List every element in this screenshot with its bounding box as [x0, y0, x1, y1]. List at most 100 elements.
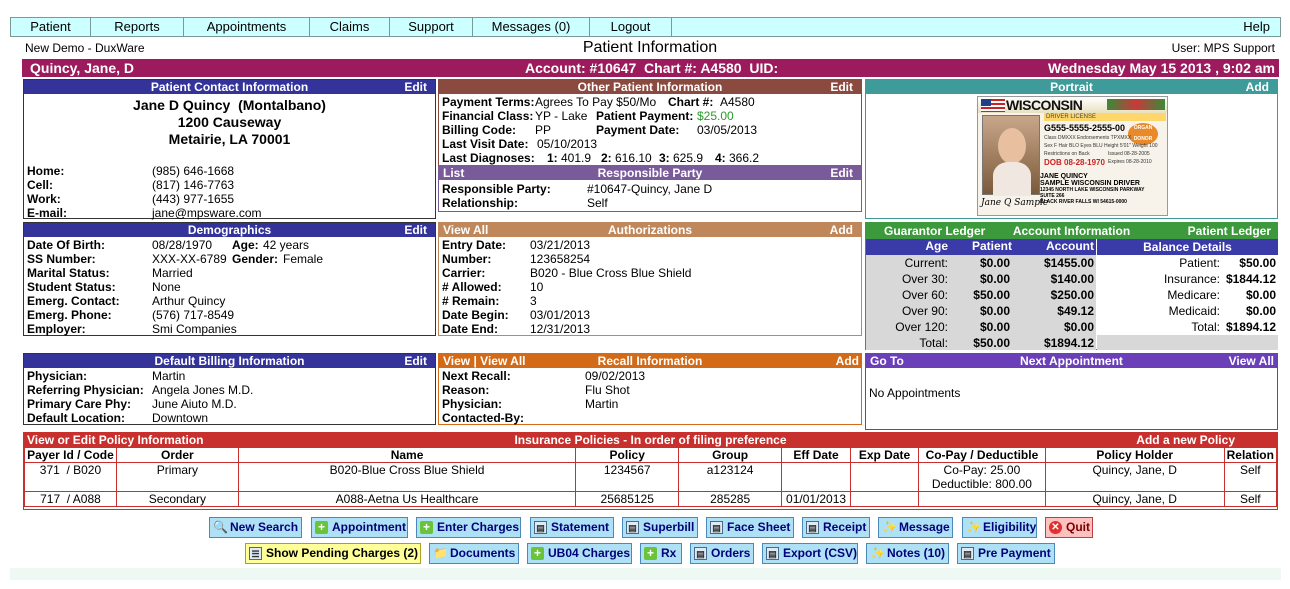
policy-copay: Co-Pay: 25.00 Deductible: 800.00: [917, 462, 1046, 492]
aging-label: Total:: [919, 336, 948, 350]
receipt-button[interactable]: ▤ Receipt: [802, 517, 870, 538]
billing-code-label: Billing Code:: [442, 123, 516, 137]
ledger-panel: Guarantor Ledger Account Information Pat…: [865, 222, 1278, 350]
portrait-add-link[interactable]: Add: [1246, 80, 1269, 94]
orders-button[interactable]: ▤ Orders: [690, 543, 754, 564]
superbill-button[interactable]: ▤ Superbill: [622, 517, 698, 538]
plus-icon: +: [420, 521, 433, 534]
recall-view-links[interactable]: View | View All: [443, 354, 526, 368]
document-icon: ▤: [766, 547, 779, 560]
pre-payment-button[interactable]: ▤ Pre Payment: [957, 543, 1055, 564]
license-state: WISCONSIN: [1006, 97, 1083, 113]
license-name: JANE QUINCY: [1040, 173, 1088, 180]
menu-patient[interactable]: Patient: [11, 18, 91, 36]
license-number: G555-5555-2555-00: [1044, 123, 1126, 133]
responsible-list-link[interactable]: List: [443, 166, 464, 180]
show-pending-charges-button[interactable]: ☰ Show Pending Charges (2): [245, 543, 421, 564]
menu-logout[interactable]: Logout: [590, 18, 672, 36]
balance-row: Patient: $50.00: [1097, 255, 1278, 271]
aging-label: Over 30:: [901, 272, 948, 286]
export-csv-button[interactable]: ▤ Export (CSV): [762, 543, 858, 564]
policy-row[interactable]: 371 / B020 Primary B020-Blue Cross Blue …: [24, 462, 1278, 492]
patient-payment-value: $25.00: [697, 109, 734, 123]
portrait-panel: Portrait Add WISCONSIN DRIVER LICENSE G5…: [865, 79, 1278, 219]
balance-row: Medicaid: $0.00: [1097, 303, 1278, 319]
rx-label: Rx: [661, 546, 677, 560]
add-policy-link[interactable]: Add a new Policy: [1136, 433, 1235, 447]
ledger-header: Guarantor Ledger Account Information Pat…: [866, 223, 1277, 239]
menu-appointments[interactable]: Appointments: [184, 18, 310, 36]
billing-code-value: PP: [535, 123, 552, 137]
export-csv-label: Export (CSV): [783, 546, 858, 560]
notes-button[interactable]: ✨ Notes (10): [866, 543, 949, 564]
policy-payer[interactable]: 371 / B020: [24, 462, 117, 492]
quit-button[interactable]: ✕ Quit: [1045, 517, 1093, 538]
balance-label: Insurance:: [1163, 272, 1220, 286]
policy-number: 1234567: [575, 462, 680, 492]
responsible-edit-link[interactable]: Edit: [830, 166, 853, 180]
drivers-license-image[interactable]: WISCONSIN DRIVER LICENSE G555-5555-2555-…: [977, 96, 1168, 216]
rx-button[interactable]: + Rx: [640, 543, 682, 564]
appointment-button[interactable]: + Appointment: [311, 517, 408, 538]
patient-photo: [982, 115, 1040, 196]
entry-date-label: Entry Date:: [442, 238, 507, 252]
carrier-value: B020 - Blue Cross Blue Shield: [530, 266, 692, 280]
star-icon: ✨: [870, 546, 885, 560]
appointment-goto-link[interactable]: Go To: [870, 354, 904, 368]
patient-ledger-link[interactable]: Patient Ledger: [1188, 223, 1271, 239]
payer-column-header: Payer Id / Code: [24, 447, 117, 463]
policy-row[interactable]: 717 / A088 Secondary A088-Aetna Us Healt…: [24, 491, 1278, 507]
license-details: Sex F Hair BLO Eyes BLU Height 5'01" Wei…: [1044, 143, 1158, 149]
eligibility-button[interactable]: ✨ Eligibility: [962, 517, 1037, 538]
aging-patient: $0.00: [979, 256, 1010, 270]
statement-button[interactable]: ▤ Statement: [530, 517, 614, 538]
dob-value: 08/28/1970: [152, 238, 213, 252]
date-begin-label: Date Begin:: [442, 308, 509, 322]
age-label: Age:: [232, 238, 259, 252]
billing-edit-link[interactable]: Edit: [404, 354, 427, 368]
authorizations-view-all-link[interactable]: View All: [443, 223, 488, 237]
menu-claims[interactable]: Claims: [310, 18, 390, 36]
recall-add-link[interactable]: Add: [836, 354, 859, 368]
ub04-charges-button[interactable]: + UB04 Charges: [527, 543, 632, 564]
menu-help[interactable]: Help: [1243, 18, 1270, 36]
aging-table: Current: $0.00 $1455.00 Over 30: $0.00 $140.…: [866, 255, 1096, 350]
menu-reports[interactable]: Reports: [91, 18, 184, 36]
face-sheet-button[interactable]: ▤ Face Sheet: [706, 517, 794, 538]
new-search-button[interactable]: 🔍 New Search: [209, 517, 302, 538]
policy-payer[interactable]: 717 / A088: [24, 491, 117, 507]
menu-messages[interactable]: Messages (0): [473, 18, 590, 36]
student-status-value: None: [152, 280, 181, 294]
policy-group: 285285: [678, 491, 783, 507]
organ-donor-badge: ORGAN DONOR: [1128, 123, 1158, 145]
balance-details-table: Patient: $50.00 Insurance: $1844.12 Medica…: [1097, 255, 1278, 350]
view-edit-policy-link[interactable]: View or Edit Policy Information: [27, 433, 203, 447]
aging-account: $250.00: [1050, 288, 1094, 302]
aging-account: $1455.00: [1043, 256, 1094, 270]
authorizations-add-link[interactable]: Add: [830, 223, 853, 237]
new-search-label: New Search: [230, 520, 299, 534]
contact-edit-link[interactable]: Edit: [404, 80, 427, 94]
policy-name[interactable]: B020-Blue Cross Blue Shield: [237, 462, 577, 492]
physician-value: Martin: [152, 369, 186, 383]
menu-support[interactable]: Support: [390, 18, 473, 36]
appointment-view-all-link[interactable]: View All: [1229, 354, 1274, 368]
documents-button[interactable]: 📁 Documents: [429, 543, 519, 564]
page-footer-strip: [10, 568, 1281, 580]
demographics-panel: Demographics Edit Date Of Birth: 08/28/1…: [23, 222, 436, 336]
aging-patient: $50.00: [973, 336, 1010, 350]
guarantor-ledger-link[interactable]: Guarantor Ledger: [884, 223, 985, 239]
other-info-edit-link[interactable]: Edit: [830, 80, 853, 94]
balance-label: Medicare:: [1167, 288, 1220, 302]
payment-date-value: 03/05/2013: [697, 123, 758, 137]
copay-column-header: Co-Pay / Deductible: [917, 447, 1046, 463]
demographics-edit-link[interactable]: Edit: [404, 223, 427, 237]
policy-exp-date: [850, 462, 919, 492]
policy-exp-date: [850, 491, 919, 507]
pre-payment-label: Pre Payment: [978, 546, 1051, 560]
message-button[interactable]: ✨ Message: [878, 517, 953, 538]
work-phone: (443) 977-1655: [152, 192, 235, 206]
policy-name[interactable]: A088-Aetna Us Healthcare: [237, 491, 577, 507]
work-label: Work:: [27, 192, 61, 206]
enter-charges-button[interactable]: + Enter Charges: [416, 517, 521, 538]
